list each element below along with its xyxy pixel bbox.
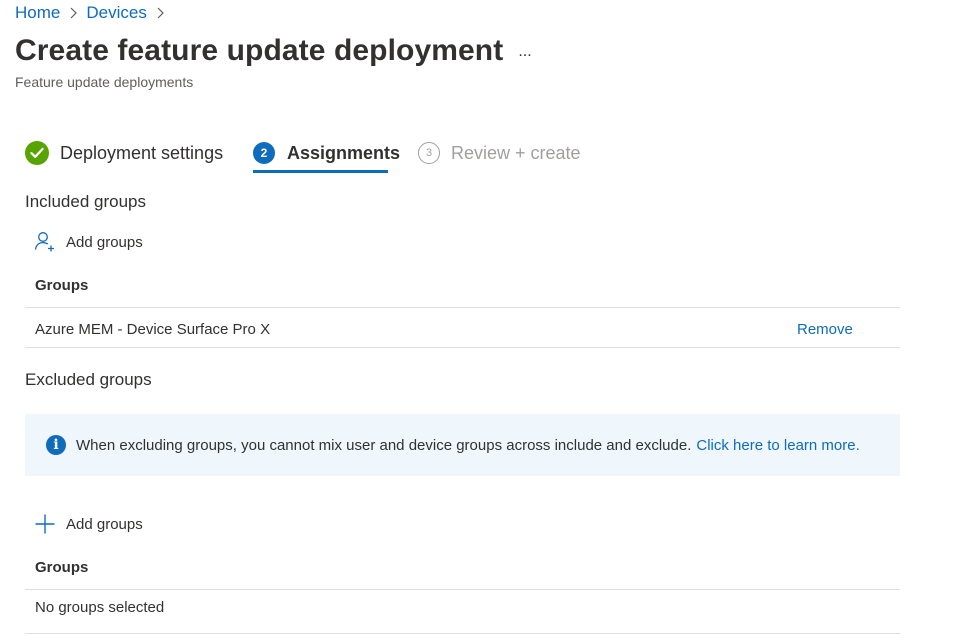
- breadcrumb-devices[interactable]: Devices: [86, 3, 146, 23]
- tab-deployment-settings[interactable]: Deployment settings: [25, 139, 223, 167]
- chevron-right-icon: [157, 7, 164, 19]
- divider: [25, 307, 900, 308]
- tab-review-create[interactable]: 3 Review + create: [418, 139, 581, 167]
- add-included-groups-button[interactable]: Add groups: [33, 229, 143, 255]
- breadcrumb: Home Devices: [15, 2, 173, 24]
- tab-assignments[interactable]: 2 Assignments: [253, 139, 400, 167]
- groups-column-header: Groups: [35, 559, 89, 576]
- info-icon: i: [46, 435, 66, 455]
- add-excluded-groups-button[interactable]: Add groups: [33, 511, 143, 537]
- active-tab-indicator: [253, 170, 388, 173]
- checkmark-icon: [25, 141, 49, 165]
- step-label: Deployment settings: [60, 142, 224, 163]
- included-groups-title: Included groups: [25, 192, 146, 211]
- info-message-bar: i When excluding groups, you cannot mix …: [25, 414, 900, 476]
- groups-column-header: Groups: [35, 277, 89, 294]
- step-number-badge: 3: [418, 142, 440, 164]
- breadcrumb-home[interactable]: Home: [15, 3, 60, 23]
- learn-more-link[interactable]: Click here to learn more.: [696, 437, 859, 454]
- more-options-button[interactable]: ...: [514, 41, 536, 63]
- info-message: When excluding groups, you cannot mix us…: [76, 437, 860, 454]
- excluded-groups-title: Excluded groups: [25, 370, 152, 389]
- page-subtitle: Feature update deployments: [15, 74, 194, 90]
- add-groups-label: Add groups: [66, 233, 143, 251]
- empty-state-text: No groups selected: [35, 599, 165, 616]
- step-number-badge: 2: [253, 142, 275, 164]
- divider: [25, 347, 900, 348]
- page-title: Create feature update deployment: [15, 34, 504, 67]
- step-label: Review + create: [451, 142, 581, 163]
- plus-icon: [33, 512, 57, 536]
- divider: [25, 633, 900, 634]
- add-user-icon: [33, 230, 57, 254]
- group-name: Azure MEM - Device Surface Pro X: [35, 321, 271, 338]
- step-label: Assignments: [287, 142, 401, 163]
- add-groups-label: Add groups: [66, 515, 143, 533]
- chevron-right-icon: [70, 7, 78, 19]
- info-message-text: When excluding groups, you cannot mix us…: [76, 436, 692, 454]
- remove-group-link[interactable]: Remove: [797, 321, 853, 338]
- divider: [25, 589, 900, 590]
